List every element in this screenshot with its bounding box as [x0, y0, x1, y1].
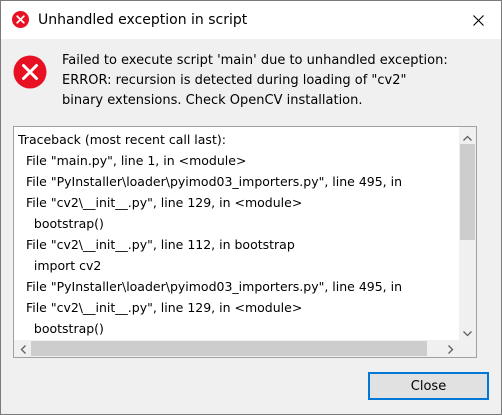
title-close-button[interactable]: [455, 1, 501, 39]
traceback-line: File "cv2\__init__.py", line 129, in <mo…: [18, 300, 303, 315]
message-line: ERROR: recursion is detected during load…: [62, 73, 407, 88]
title-bar[interactable]: Unhandled exception in script: [1, 1, 501, 39]
traceback-line: bootstrap(): [18, 216, 104, 231]
traceback-line: File "cv2\__init__.py", line 112, in boo…: [18, 237, 295, 252]
message-line: Failed to execute script 'main' due to u…: [62, 53, 448, 68]
traceback-line: bootstrap(): [18, 321, 104, 336]
scroll-right-button[interactable]: [442, 340, 459, 357]
vertical-scroll-thumb[interactable]: [460, 144, 475, 240]
close-icon: [472, 11, 484, 30]
scroll-down-button[interactable]: [459, 323, 476, 340]
arrow-right-icon: [447, 339, 454, 357]
scroll-left-button[interactable]: [14, 340, 31, 357]
message-line: binary extensions. Check OpenCV installa…: [62, 93, 363, 108]
arrow-left-icon: [20, 339, 26, 357]
error-message: Failed to execute script 'main' due to u…: [62, 51, 501, 111]
arrow-up-icon: [463, 127, 472, 145]
dialog-content: Failed to execute script 'main' due to u…: [1, 39, 501, 414]
traceback-line: File "PyInstaller\loader\pyimod03_import…: [18, 174, 403, 189]
error-icon: [13, 55, 47, 89]
close-button[interactable]: Close: [368, 372, 489, 400]
scrollbar-corner: [459, 340, 476, 357]
scroll-up-button[interactable]: [459, 127, 476, 144]
traceback-line: import cv2: [18, 258, 102, 273]
traceback-line: Traceback (most recent call last):: [18, 132, 226, 147]
traceback-text: Traceback (most recent call last): File …: [18, 129, 464, 339]
arrow-down-icon: [463, 322, 472, 341]
window-title: Unhandled exception in script: [38, 12, 248, 28]
error-icon: [12, 11, 29, 28]
horizontal-scroll-thumb[interactable]: [31, 341, 427, 356]
horizontal-scrollbar[interactable]: [14, 340, 459, 357]
traceback-line: File "cv2\__init__.py", line 129, in <mo…: [18, 195, 303, 210]
traceback-line: File "PyInstaller\loader\pyimod03_import…: [18, 279, 403, 294]
vertical-scrollbar[interactable]: [459, 127, 476, 340]
traceback-line: File "main.py", line 1, in <module>: [18, 153, 247, 168]
traceback-textbox[interactable]: Traceback (most recent call last): File …: [13, 126, 477, 358]
error-dialog: Unhandled exception in script Failed to …: [0, 0, 502, 415]
